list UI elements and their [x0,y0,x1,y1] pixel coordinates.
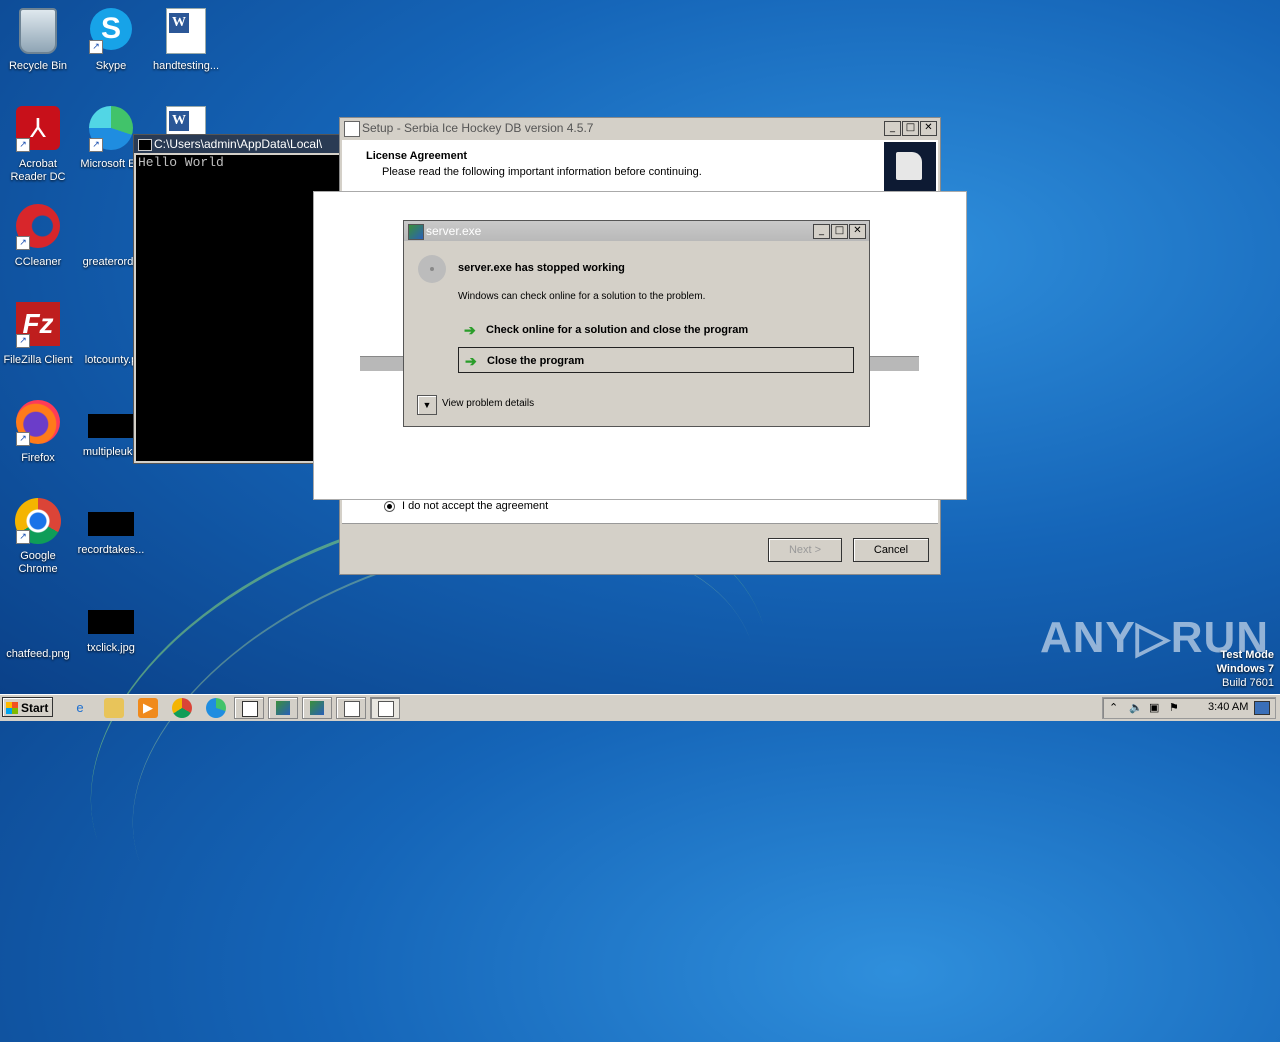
desktop-icon-filezilla[interactable]: Fz ↗ FileZilla Client [0,302,76,367]
minimize-button[interactable]: _ [813,224,830,239]
skype-icon: S ↗ [87,8,135,56]
show-desktop-icon[interactable] [1254,701,1270,715]
show-hidden-icons-icon[interactable]: ⌃ [1109,700,1118,716]
console-titlebar[interactable]: C:\Users\admin\AppData\Local\ [134,135,344,153]
ccleaner-icon: ↗ [14,204,62,252]
server-exe-icon [408,224,424,240]
radio-selected-icon[interactable] [384,500,395,512]
minimize-button[interactable]: _ [884,121,901,136]
chrome-icon: ↗ [14,498,62,546]
installer-task-icon [344,701,360,717]
setup-logo-icon [884,142,936,192]
setup-app-icon [344,121,360,137]
explorer-icon[interactable] [104,698,124,718]
crash-dialog-title: server.exe [426,224,482,238]
action-center-flag-icon[interactable]: ⚑ [1169,700,1179,716]
edge-icon: ↗ [87,106,135,154]
crash-dialog-titlebar[interactable]: server.exe _ □ ✕ [404,221,869,241]
recycle-bin-icon [14,8,62,56]
setup-task-icon [276,701,290,715]
view-details-label[interactable]: View problem details [442,398,534,409]
word-document-icon: W [162,8,210,56]
chrome-taskbar-icon[interactable] [172,698,192,718]
taskbar-server-exe[interactable] [370,697,400,719]
taskbar-clock[interactable]: 3:40 AM [1208,701,1248,713]
firefox-icon: ↗ [14,400,62,448]
filezilla-icon: Fz ↗ [14,302,62,350]
reject-agreement-radio[interactable]: I do not accept the agreement [384,500,548,512]
image-file-icon [14,596,62,644]
setup-title: Setup - Serbia Ice Hockey DB version 4.5… [362,121,594,135]
desktop-icon-handtesting[interactable]: W handtesting... [148,8,224,73]
close-program-label: Close the program [487,355,585,367]
setup-header: License Agreement Please read the follow… [342,140,938,193]
error-info-icon [418,255,446,283]
test-mode-line: Test Mode [1220,649,1274,661]
crash-message: Windows can check online for a solution … [458,291,706,302]
network-icon[interactable]: ▣ [1149,700,1159,716]
desktop-icon-chatfeed[interactable]: chatfeed.png [0,596,76,661]
desktop-icon-chrome[interactable]: ↗ Google Chrome [0,498,76,576]
check-online-option[interactable]: ➔ Check online for a solution and close … [458,317,854,343]
next-button[interactable]: Next > [768,538,842,562]
file-thumbnail-icon [88,512,134,536]
test-mode-watermark: Test Mode Windows 7 Build 7601 [1217,648,1274,690]
build-line: Build 7601 [1222,677,1274,689]
setup-titlebar[interactable]: Setup - Serbia Ice Hockey DB version 4.5… [340,118,940,138]
console-title: C:\Users\admin\AppData\Local\ [154,137,323,151]
desktop-icon-firefox[interactable]: ↗ Firefox [0,400,76,465]
file-thumbnail-icon [88,610,134,634]
green-arrow-icon: ➔ [465,353,477,369]
file-icon [87,302,135,350]
maximize-button[interactable]: □ [831,224,848,239]
cancel-button[interactable]: Cancel [853,538,929,562]
setup-heading: License Agreement [366,150,468,162]
setup-task-icon [310,701,324,715]
taskbar: Start e ▶ ⌃ 🔈 ▣ ⚑ 3:40 AM [0,694,1280,721]
file-thumbnail-icon [88,414,134,438]
desktop-icon-txclick[interactable]: txclick.jpg [73,596,149,655]
ie-icon[interactable]: e [70,698,90,718]
close-program-option[interactable]: ➔ Close the program [458,347,854,373]
desktop-icon-acrobat[interactable]: ⅄ ↗ Acrobat Reader DC [0,106,76,184]
system-tray: ⌃ 🔈 ▣ ⚑ [1102,697,1276,719]
console-task-icon [242,701,258,717]
desktop-icon-recordtakes[interactable]: recordtakes... [73,498,149,557]
desktop-icon-skype[interactable]: S ↗ Skype [73,8,149,73]
acrobat-icon: ⅄ ↗ [14,106,62,154]
volume-icon[interactable]: 🔈 [1129,700,1143,716]
crash-dialog[interactable]: server.exe _ □ ✕ server.exe has stopped … [403,220,870,427]
close-button[interactable]: ✕ [920,121,937,136]
windows-version-line: Windows 7 [1216,663,1274,675]
expand-details-button[interactable]: ▼ [417,395,437,415]
taskbar-setup-2[interactable] [302,697,332,719]
taskbar-console[interactable] [234,697,264,719]
start-button[interactable]: Start [2,697,53,717]
green-arrow-icon: ➔ [464,322,476,338]
console-icon [138,139,152,151]
maximize-button[interactable]: □ [902,121,919,136]
console-output: Hello World [136,155,342,461]
taskbar-setup-1[interactable] [268,697,298,719]
reject-agreement-label: I do not accept the agreement [402,500,549,512]
file-icon [87,204,135,252]
taskbar-installer[interactable] [336,697,366,719]
desktop-icon-recycle-bin[interactable]: Recycle Bin [0,8,76,73]
server-exe-task-icon [378,701,394,717]
progress-bar-right [869,356,919,371]
media-player-icon[interactable]: ▶ [138,698,158,718]
desktop-icon-ccleaner[interactable]: ↗ CCleaner [0,204,76,269]
progress-bar-left [360,356,404,371]
check-online-label: Check online for a solution and close th… [486,324,749,336]
edge-taskbar-icon[interactable] [206,698,226,718]
crash-headline: server.exe has stopped working [458,262,625,274]
close-button[interactable]: ✕ [849,224,866,239]
setup-subheading: Please read the following important info… [382,166,702,178]
